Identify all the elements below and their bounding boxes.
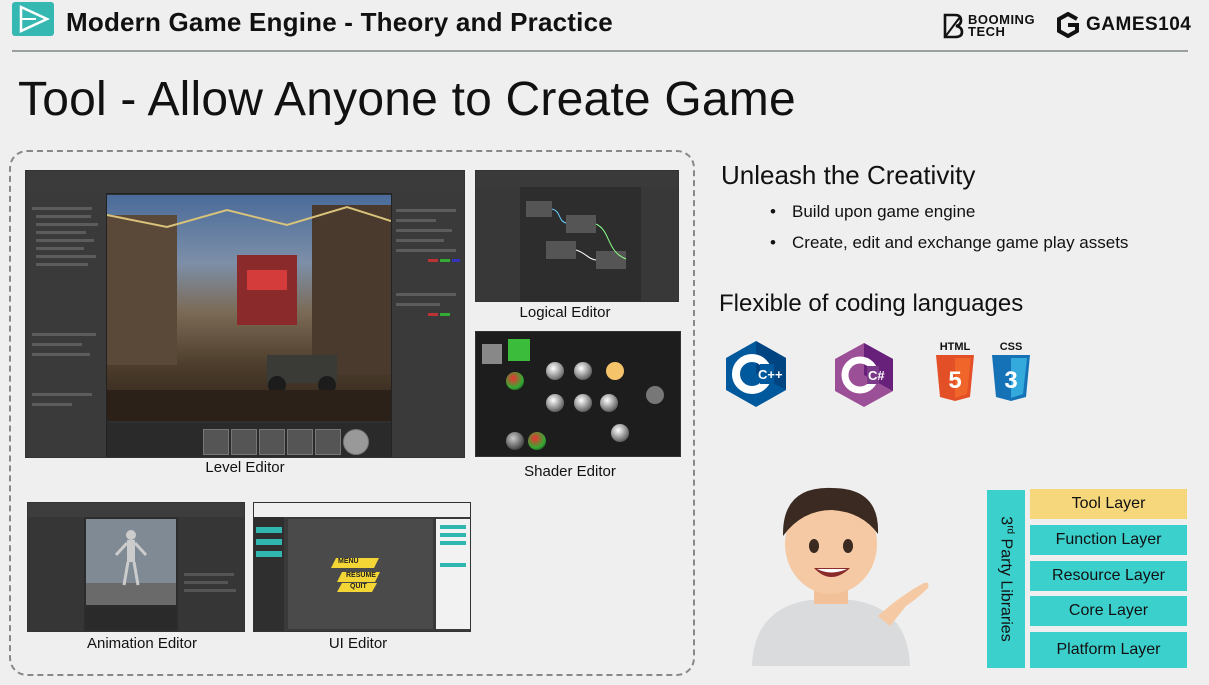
games-g-icon	[1057, 12, 1079, 38]
tech-text: TECH	[968, 24, 1006, 39]
csharp-logo-icon: C#	[833, 341, 895, 414]
games104-logo: GAMES104	[1056, 12, 1191, 38]
css3-logo-icon: CSS 3	[990, 341, 1032, 408]
animation-editor-screenshot	[27, 502, 245, 632]
libs-label-ordinal: rd	[1004, 525, 1016, 535]
svg-text:3: 3	[1004, 367, 1017, 394]
booming-b-icon	[943, 13, 964, 39]
editor-outliner-panel	[26, 193, 107, 457]
cpp-logo-text: C++	[758, 367, 783, 382]
cpp-logo-icon: C++	[724, 339, 788, 414]
level-editor-caption: Level Editor	[205, 459, 285, 476]
presenter-avatar	[740, 476, 940, 666]
play-logo-icon	[12, 2, 54, 36]
ui-quit-button-label: QUIT	[350, 583, 367, 590]
level-editor-screenshot	[25, 170, 465, 458]
course-title: Modern Game Engine - Theory and Practice	[66, 7, 613, 37]
section-languages-title: Flexible of coding languages	[719, 290, 1024, 317]
libs-label-number: 3	[997, 516, 1015, 526]
editor-details-panel	[391, 193, 464, 457]
ui-editor-caption: UI Editor	[328, 635, 388, 652]
asset-tray	[107, 423, 391, 457]
viewport-scene	[106, 195, 392, 421]
editor-menubar	[26, 171, 464, 194]
games104-text: GAMES104	[1086, 14, 1192, 35]
tool-layer-block: Tool Layer	[1030, 489, 1187, 519]
bullet-item: • Create, edit and exchange game play ass…	[770, 233, 1129, 252]
shader-editor-screenshot	[475, 331, 681, 457]
third-party-libraries-bar: 3rd Party Libraries	[987, 490, 1025, 668]
animation-editor-caption: Animation Editor	[86, 635, 198, 652]
css-label: CSS	[999, 341, 1023, 353]
ui-resume-button-label: RESUME	[346, 572, 376, 579]
slide-title: Tool - Allow Anyone to Create Game	[18, 73, 796, 126]
function-layer-block: Function Layer	[1030, 525, 1187, 555]
core-layer-block: Core Layer	[1030, 596, 1187, 626]
header-divider	[12, 50, 1188, 52]
shader-editor-caption: Shader Editor	[524, 463, 616, 480]
libs-label-text: Party Libraries	[997, 534, 1015, 642]
section-creativity-title: Unleash the Creativity	[721, 160, 976, 190]
bullet-item: • Build upon game engine	[770, 202, 976, 221]
resource-layer-block: Resource Layer	[1030, 561, 1187, 591]
html5-logo-icon: HTML 5	[934, 341, 976, 408]
logical-editor-screenshot	[475, 170, 679, 302]
ui-menu-button-label: MENU	[338, 558, 359, 565]
svg-text:5: 5	[948, 367, 961, 394]
booming-tech-logo: BOOMING TECH	[942, 12, 1035, 40]
platform-layer-block: Platform Layer	[1030, 632, 1187, 668]
html-label: HTML	[939, 341, 971, 353]
logical-editor-caption: Logical Editor	[519, 304, 611, 321]
ui-editor-screenshot: MENU RESUME QUIT	[253, 502, 471, 632]
csharp-logo-text: C#	[868, 368, 885, 383]
